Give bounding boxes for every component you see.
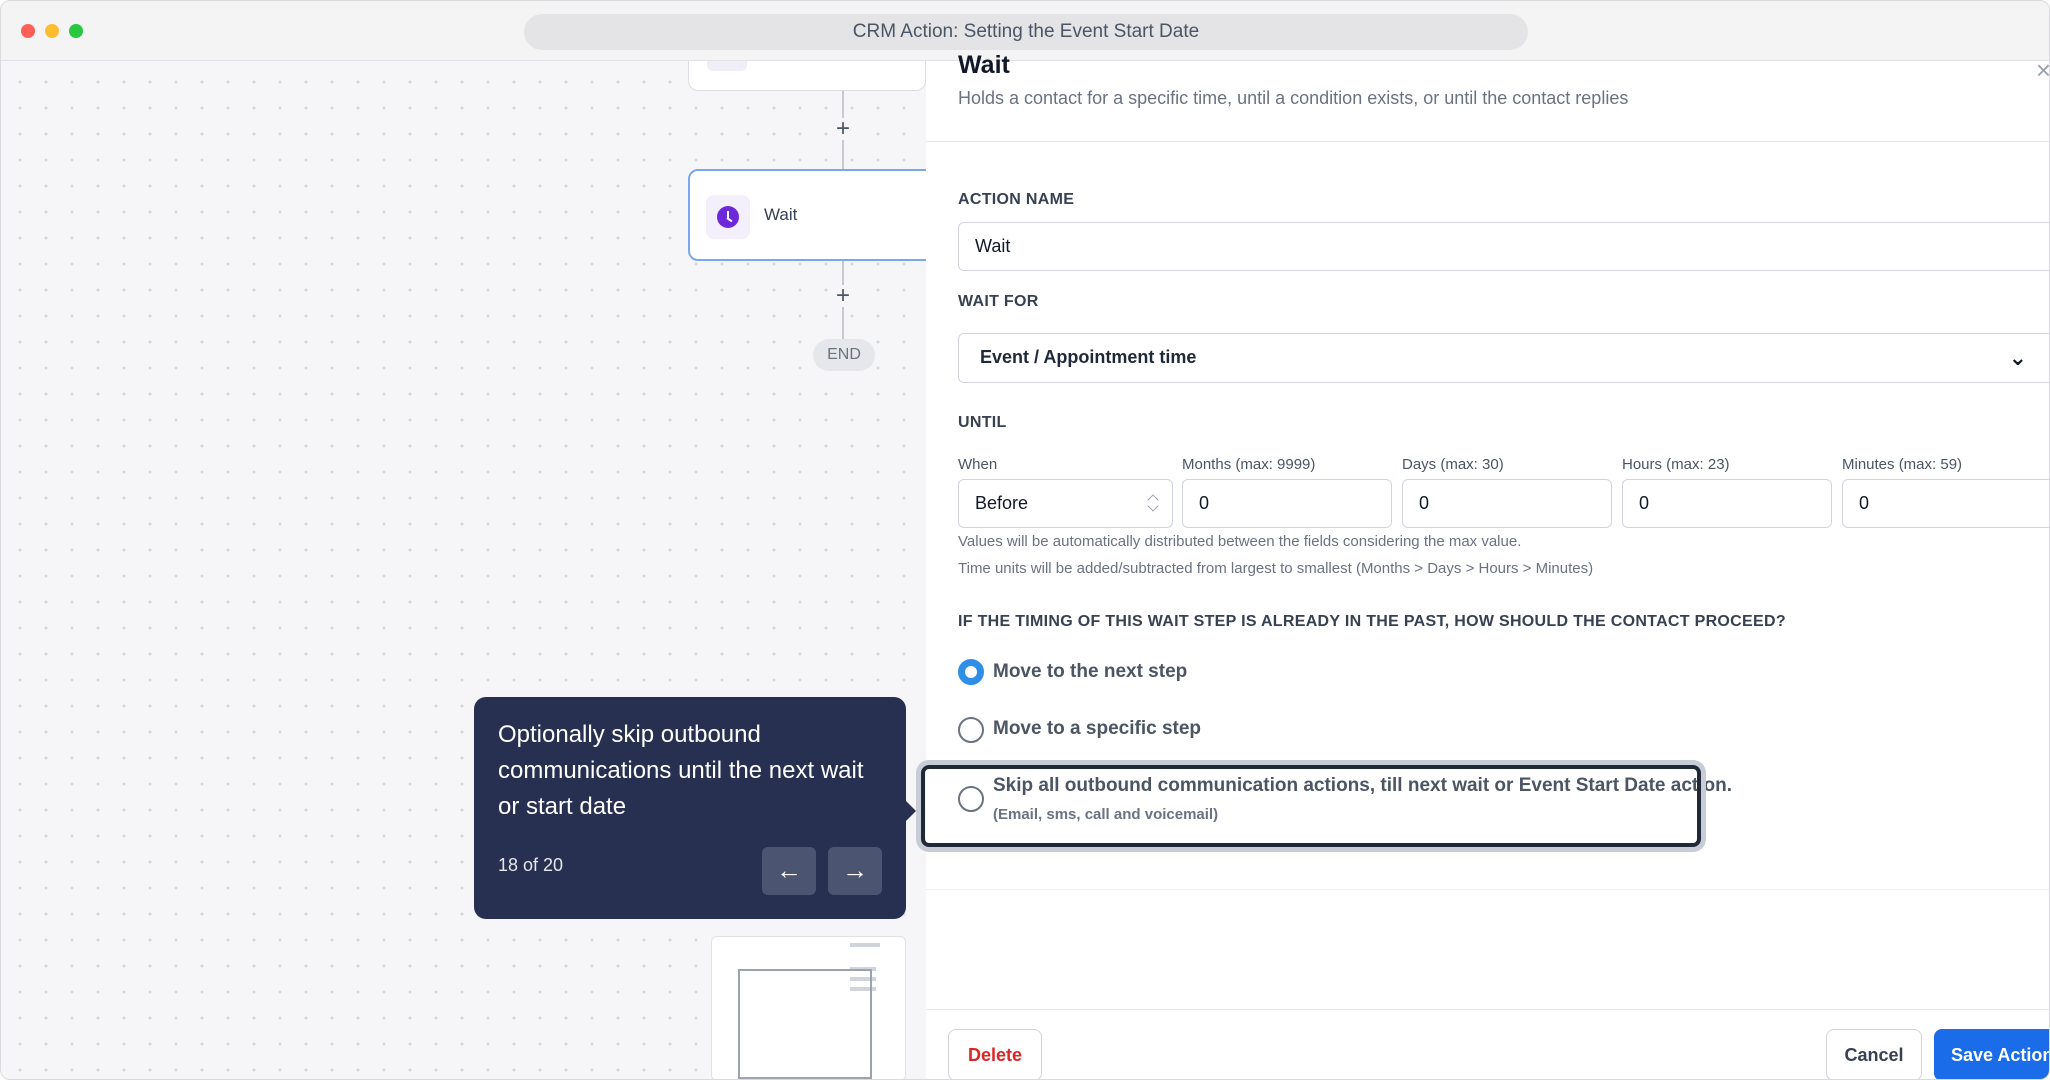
walkthrough-highlight <box>921 765 1701 847</box>
radio-specific-step-label[interactable]: Move to a specific step <box>993 718 1201 740</box>
save-action-button[interactable]: Save Action <box>1934 1029 2049 1079</box>
close-icon[interactable]: × <box>2036 55 2049 86</box>
months-input[interactable]: 0 <box>1182 479 1392 528</box>
until-label: UNTIL <box>958 414 1007 431</box>
action-name-label: ACTION NAME <box>958 191 1075 208</box>
hours-label: Hours (max: 23) <box>1622 456 1730 473</box>
previous-action-node[interactable] <box>688 61 926 91</box>
arrow-right-icon: → <box>842 855 868 885</box>
radio-next-step[interactable] <box>958 659 984 685</box>
arrow-left-icon: ← <box>776 855 802 885</box>
radio-next-step-label[interactable]: Move to the next step <box>993 661 1187 683</box>
radio-specific-step[interactable] <box>958 717 984 743</box>
tooltip-step-counter: 18 of 20 <box>498 855 564 875</box>
chevron-down-icon: ⌄ <box>2008 345 2027 370</box>
when-select[interactable]: Before <box>958 479 1173 528</box>
node-icon-stub <box>707 61 747 71</box>
divider <box>926 141 2049 142</box>
add-step-button[interactable]: + <box>832 117 854 141</box>
next-step-button[interactable]: → <box>828 847 882 895</box>
clock-icon <box>717 206 739 228</box>
days-label: Days (max: 30) <box>1402 456 1504 473</box>
panel-subtitle: Holds a contact for a specific time, unt… <box>958 88 1629 108</box>
action-name-input[interactable]: Wait <box>958 222 2049 271</box>
when-label: When <box>958 456 998 473</box>
panel-title: Wait <box>958 51 1010 79</box>
distribution-hint: Values will be automatically distributed… <box>958 533 1522 550</box>
wait-for-value: Event / Appointment time <box>980 347 1197 367</box>
divider <box>926 889 2049 890</box>
months-label: Months (max: 9999) <box>1182 456 1316 473</box>
canvas-minimap[interactable] <box>711 936 906 1079</box>
minimize-window-button[interactable] <box>45 24 59 38</box>
action-settings-panel: Wait × Holds a contact for a specific ti… <box>926 51 2049 1079</box>
wait-action-node[interactable]: Wait <box>688 169 938 261</box>
hours-input[interactable]: 0 <box>1622 479 1832 528</box>
wait-for-select[interactable]: Event / Appointment time ⌄ <box>958 333 2049 383</box>
past-timing-question: IF THE TIMING OF THIS WAIT STEP IS ALREA… <box>958 613 1786 630</box>
days-input[interactable]: 0 <box>1402 479 1612 528</box>
title-bar: CRM Action: Setting the Event Start Date <box>1 1 2049 61</box>
footer-divider <box>926 1009 2049 1010</box>
delete-button[interactable]: Delete <box>948 1029 1042 1079</box>
minutes-input[interactable]: 0 <box>1842 479 2049 528</box>
tooltip-text: Optionally skip outbound communications … <box>498 721 864 820</box>
window-title: CRM Action: Setting the Event Start Date <box>524 14 1528 50</box>
add-step-button[interactable]: + <box>832 284 854 308</box>
minimap-mark <box>850 943 880 947</box>
minimap-viewport[interactable] <box>738 969 872 1079</box>
wait-for-label: WAIT FOR <box>958 293 1039 310</box>
cancel-button[interactable]: Cancel <box>1826 1029 1922 1079</box>
close-window-button[interactable] <box>21 24 35 38</box>
app-window: CRM Action: Setting the Event Start Date… <box>0 0 2050 1080</box>
when-value: Before <box>975 493 1029 513</box>
minutes-label: Minutes (max: 59) <box>1842 456 1963 473</box>
end-node: END <box>813 339 875 371</box>
wait-node-icon-box <box>706 195 750 239</box>
walkthrough-tooltip: Optionally skip outbound communications … <box>474 697 916 919</box>
maximize-window-button[interactable] <box>69 24 83 38</box>
time-units-hint: Time units will be added/subtracted from… <box>958 560 1594 577</box>
sort-arrows-icon <box>1148 493 1158 515</box>
previous-step-button[interactable]: ← <box>762 847 816 895</box>
wait-node-label: Wait <box>764 205 798 224</box>
